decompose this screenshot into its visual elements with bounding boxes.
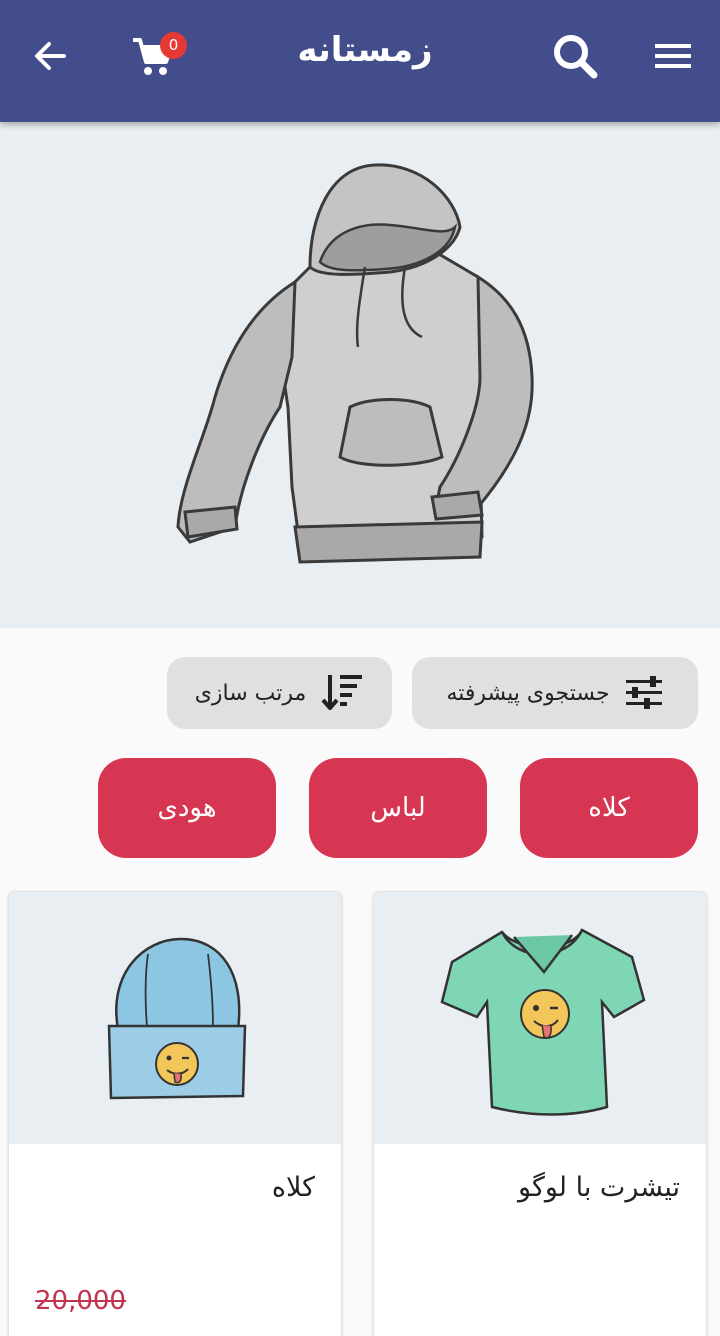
- category-chip-label: لباس: [370, 793, 426, 823]
- category-chip-label: کلاه: [588, 793, 630, 823]
- hoodie-illustration: [176, 163, 534, 564]
- advanced-search-button[interactable]: جستجوی پیشرفته: [412, 657, 698, 729]
- category-chip-hat[interactable]: کلاه: [520, 758, 698, 858]
- cart-button[interactable]: 0: [122, 26, 187, 86]
- product-image: [9, 892, 341, 1144]
- hero-banner[interactable]: [0, 122, 720, 628]
- sort-icon: [321, 675, 363, 710]
- sort-button[interactable]: مرتب سازی: [167, 657, 392, 729]
- page-title: زمستانه: [297, 30, 433, 70]
- advanced-search-label: جستجوی پیشرفته: [446, 680, 610, 706]
- search-button[interactable]: [545, 26, 605, 86]
- category-chip-label: هودی: [157, 793, 217, 823]
- arrow-left-icon: [35, 42, 66, 70]
- beanie-illustration: [107, 937, 247, 1100]
- product-old-price: 20,000: [35, 1286, 126, 1316]
- app-bar: 0 زمستانه: [0, 0, 720, 122]
- product-card[interactable]: تیشرت با لوگو: [373, 891, 707, 1336]
- tshirt-illustration: [440, 928, 646, 1116]
- back-button[interactable]: [20, 26, 80, 86]
- product-image: [374, 892, 706, 1144]
- product-name: کلاه: [271, 1172, 315, 1203]
- filter-sliders-icon: [625, 676, 662, 709]
- menu-button[interactable]: [643, 26, 703, 86]
- cart-count-badge: 0: [160, 32, 187, 59]
- product-name: تیشرت با لوگو: [518, 1172, 680, 1203]
- menu-icon: [655, 44, 691, 68]
- sort-label: مرتب سازی: [194, 680, 307, 706]
- product-card[interactable]: کلاه 20,000: [8, 891, 342, 1336]
- category-chip-clothes[interactable]: لباس: [309, 758, 487, 858]
- search-icon: [554, 35, 598, 79]
- category-chip-hoodie[interactable]: هودی: [98, 758, 276, 858]
